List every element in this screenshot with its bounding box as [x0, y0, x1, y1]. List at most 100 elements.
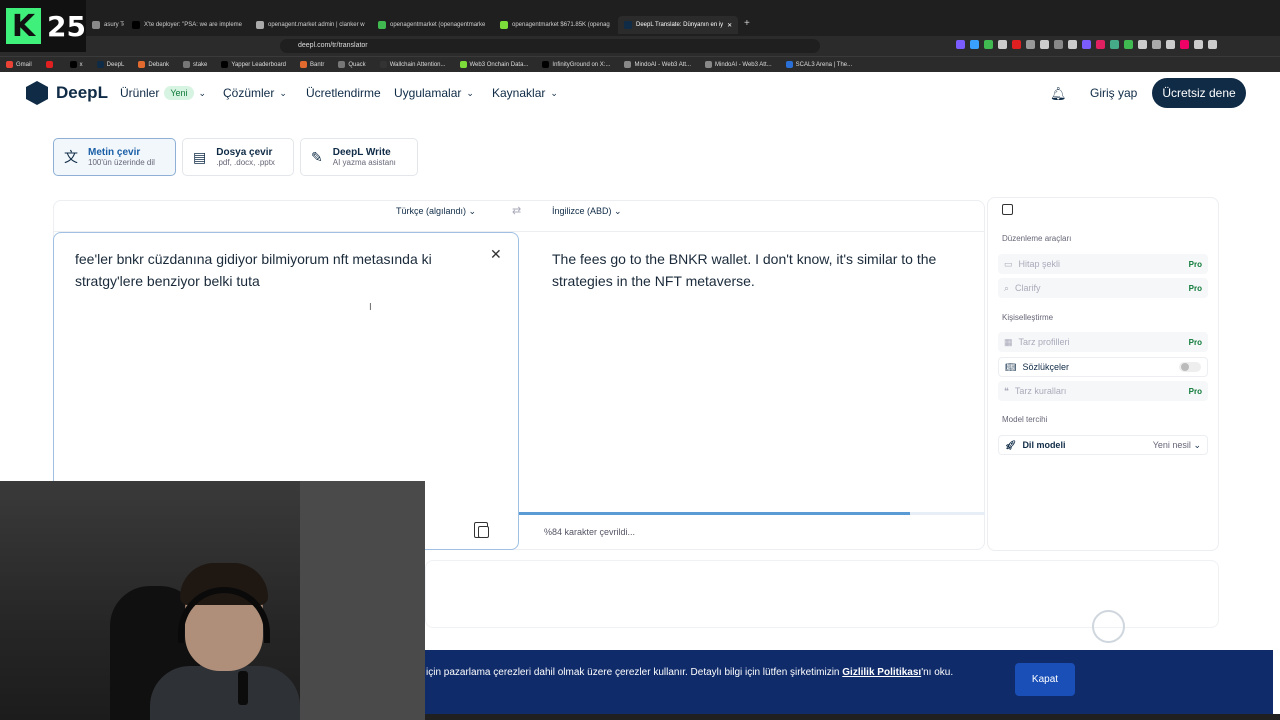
tab-deepl-write[interactable]: ✎ DeepL Write AI yazma asistanı — [300, 138, 418, 176]
nav-solutions[interactable]: Çözümler ⌄ — [223, 86, 287, 100]
nav-resources[interactable]: Kaynaklar ⌄ — [492, 86, 558, 100]
close-icon[interactable]: ✕ — [490, 246, 502, 263]
cookie-text: için pazarlama çerezleri dahil olmak üze… — [426, 667, 953, 678]
tone-option[interactable]: ▭ Hitap şekli Pro — [998, 254, 1208, 274]
pro-badge: Pro — [1188, 283, 1202, 293]
tab-translate-text[interactable]: 文 Metin çevir 100'ün üzerinde dil — [53, 138, 176, 176]
source-text[interactable]: fee'ler bnkr cüzdanına gidiyor bilmiyoru… — [75, 248, 475, 292]
copy-icon[interactable] — [474, 522, 489, 538]
login-link[interactable]: Giriş yap — [1090, 86, 1137, 100]
close-tab-icon[interactable]: ✕ — [727, 22, 732, 29]
bookmark-favicon-icon — [300, 61, 307, 68]
extension-icon[interactable] — [1110, 40, 1119, 49]
browser-tab[interactable]: DeepL Translate: Dünyanın en iy ✕ — [618, 16, 738, 34]
extension-icon[interactable] — [1096, 40, 1105, 49]
style-rules-option[interactable]: ❝ Tarz kuralları Pro — [998, 381, 1208, 401]
bookmark-item[interactable]: Wallchain Attention... — [379, 61, 446, 68]
bookmark-item[interactable]: Yapper Leaderboard — [221, 61, 286, 68]
extension-icon[interactable] — [998, 40, 1007, 49]
microphone-icon — [238, 671, 248, 705]
extension-icon[interactable] — [1152, 40, 1161, 49]
extension-icon[interactable] — [1054, 40, 1063, 49]
bookmark-item[interactable]: stake — [183, 61, 207, 68]
browser-tab[interactable]: openagentmarket $671.85K (openag — [494, 16, 612, 34]
extension-icon[interactable] — [1124, 40, 1133, 49]
extension-icon[interactable] — [1068, 40, 1077, 49]
clarify-label: Clarify — [1015, 283, 1041, 293]
extension-icon[interactable] — [1026, 40, 1035, 49]
extension-icon[interactable] — [956, 40, 965, 49]
url-bar[interactable]: deepl.com/tr/translator — [280, 39, 820, 53]
chevron-down-icon: ⌄ — [550, 87, 558, 98]
bookmark-label: Gmail — [16, 61, 32, 68]
language-model-select[interactable]: 🚀︎ Dil modeli Yeni nesil ⌄ — [998, 435, 1208, 455]
tone-label: Hitap şekli — [1018, 259, 1061, 269]
extension-icon[interactable] — [1180, 40, 1189, 49]
extension-icon[interactable] — [984, 40, 993, 49]
privacy-policy-link[interactable]: Gizlilik Politikası — [842, 667, 921, 678]
bookmark-item[interactable]: SCAL3 Arena | The... — [785, 61, 852, 68]
bookmark-favicon-icon — [221, 61, 229, 68]
extension-icon[interactable] — [1012, 40, 1021, 49]
bookmark-item[interactable]: Gmail — [6, 61, 32, 68]
close-cookie-button[interactable]: Kapat — [1015, 663, 1075, 696]
browser-tab[interactable]: openagent.market admin | clanker w — [250, 16, 368, 34]
glossaries-toggle[interactable] — [1179, 362, 1201, 372]
bookmark-item[interactable]: Web3 Onchain Data... — [459, 61, 528, 68]
swap-languages-icon[interactable]: ⇄ — [512, 204, 521, 217]
bookmark-item[interactable]: Quack — [338, 61, 366, 68]
nav-products[interactable]: Ürünler Yeni ⌄ — [120, 86, 206, 100]
style-profiles-option[interactable]: ▦ Tarz profilleri Pro — [998, 332, 1208, 352]
source-language-select[interactable]: Türkçe (algılandı) ⌄ — [396, 206, 476, 217]
new-tab-icon[interactable]: + — [744, 18, 750, 29]
bookmark-item[interactable]: Debank — [138, 61, 169, 68]
free-trial-button[interactable]: Ücretsiz dene — [1152, 78, 1246, 108]
bell-icon[interactable]: 🔔︎ — [1050, 86, 1067, 102]
extension-icon[interactable] — [1040, 40, 1049, 49]
extension-icon[interactable] — [1208, 40, 1217, 49]
mode-title: DeepL Write — [332, 147, 391, 158]
mode-title: Dosya çevir — [216, 147, 273, 158]
bookmark-item[interactable]: DeepL — [96, 61, 124, 68]
panel-toggle-icon[interactable] — [1002, 204, 1013, 215]
person-body — [150, 666, 300, 720]
browser-tab[interactable]: openagentmarket (openagentmarke — [372, 16, 490, 34]
bookmark-favicon-icon — [69, 61, 77, 68]
glossaries-label: Sözlükçeler — [1022, 362, 1069, 372]
extension-icon[interactable] — [970, 40, 979, 49]
stream-overlay-logo: K 25 — [0, 0, 86, 52]
tab-favicon-icon — [92, 21, 100, 29]
extension-icon[interactable] — [1166, 40, 1175, 49]
pro-badge: Pro — [1188, 259, 1202, 269]
bookmark-item[interactable]: x — [69, 61, 83, 68]
clarify-option[interactable]: ⌕ Clarify Pro — [998, 278, 1208, 298]
glossaries-option[interactable]: 📖︎ Sözlükçeler — [998, 357, 1208, 377]
model-preference-heading: Model tercihi — [1002, 415, 1048, 424]
rules-icon: ❝ — [1004, 385, 1009, 396]
bookmark-favicon-icon — [183, 61, 191, 68]
magic-pen-icon: ✎ — [311, 148, 323, 165]
nav-pricing[interactable]: Ücretlendirme — [306, 86, 381, 100]
bookmark-item[interactable]: InfinityGround on X:... — [542, 61, 610, 68]
bookmark-item[interactable]: MindoAI - Web3 Att... — [705, 61, 772, 68]
extension-icon[interactable] — [1082, 40, 1091, 49]
style-profile-icon: ▦ — [1004, 336, 1013, 347]
nav-apps[interactable]: Uygulamalar ⌄ — [394, 86, 474, 100]
bookmark-label: Wallchain Attention... — [389, 61, 446, 68]
extension-icon[interactable] — [1194, 40, 1203, 49]
bookmark-item[interactable]: MindoAI - Web3 Att... — [624, 61, 691, 68]
bookmark-favicon-icon — [138, 61, 146, 68]
bookmark-item[interactable]: Bantr — [300, 61, 324, 68]
browser-tab[interactable]: X'te deployer: "PSA: we are impleme — [126, 16, 244, 34]
bookmark-favicon-icon — [379, 61, 387, 68]
deepl-logo[interactable]: DeepL — [26, 80, 108, 106]
document-icon: ▤ — [193, 148, 207, 165]
extension-icon[interactable] — [1138, 40, 1147, 49]
personalization-heading: Kişiselleştirme — [1002, 313, 1054, 322]
bookmark-label: Yapper Leaderboard — [231, 61, 286, 68]
browser-tab[interactable]: asury Token — [86, 16, 124, 34]
bookmark-label: Bantr — [310, 61, 325, 68]
target-language-select[interactable]: İngilizce (ABD) ⌄ — [552, 206, 622, 217]
bookmark-item[interactable] — [45, 61, 56, 68]
tab-translate-file[interactable]: ▤ Dosya çevir .pdf, .docx, .pptx — [182, 138, 294, 176]
